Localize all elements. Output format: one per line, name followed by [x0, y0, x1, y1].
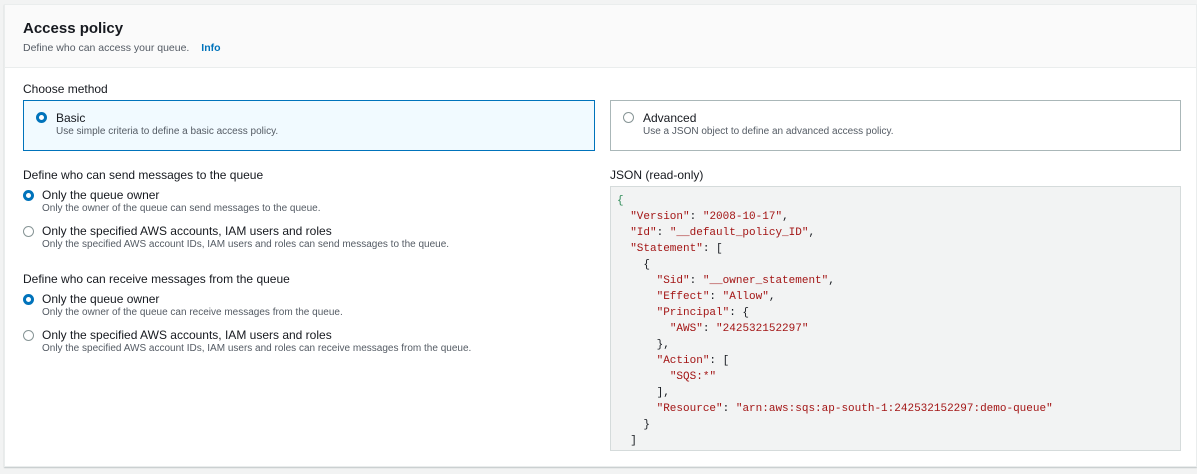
receive-owner-label: Only the queue owner — [42, 292, 160, 306]
receive-owner-description: Only the owner of the queue can receive … — [42, 307, 343, 318]
advanced-description: Use a JSON object to define an advanced … — [643, 126, 894, 137]
receive-specified-radio[interactable] — [23, 330, 34, 341]
receive-specified-description: Only the specified AWS account IDs, IAM … — [42, 343, 472, 354]
panel-title: Access policy — [23, 20, 124, 37]
json-version: 2008-10-17 — [709, 211, 776, 223]
basic-radio[interactable] — [36, 112, 47, 123]
basic-label: Basic — [56, 111, 86, 125]
send-specified-description: Only the specified AWS account IDs, IAM … — [42, 239, 450, 250]
send-owner-label: Only the queue owner — [42, 188, 160, 202]
basic-description: Use simple criteria to define a basic ac… — [56, 126, 279, 137]
json-effect: Allow — [729, 291, 763, 303]
send-specified-label: Only the specified AWS accounts, IAM use… — [42, 224, 332, 238]
receive-owner-radio[interactable] — [23, 294, 34, 305]
json-policy-viewer[interactable]: { "Version": "2008-10-17", "Id": "__defa… — [610, 186, 1181, 451]
panel-header: Access policy Define who can access your… — [5, 5, 1196, 68]
json-label: JSON (read-only) — [610, 168, 704, 182]
json-resource: arn:aws:sqs:ap-south-1:242532152297:demo… — [742, 403, 1047, 415]
json-action: SQS:* — [676, 371, 710, 383]
send-group-label: Define who can send messages to the queu… — [23, 168, 264, 182]
info-link[interactable]: Info — [201, 42, 220, 54]
send-owner-radio[interactable] — [23, 190, 34, 201]
json-sid: __owner_statement — [709, 275, 822, 287]
receive-group-label: Define who can receive messages from the… — [23, 272, 290, 286]
panel-subtitle: Define who can access your queue. Info — [23, 42, 1196, 54]
advanced-radio[interactable] — [623, 112, 634, 123]
send-specified-radio[interactable] — [23, 226, 34, 237]
json-aws-principal: 242532152297 — [722, 323, 802, 335]
method-tile-basic[interactable]: Basic Use simple criteria to define a ba… — [23, 100, 595, 151]
subtitle-text: Define who can access your queue. — [23, 42, 190, 54]
json-id: __default_policy_ID — [676, 227, 802, 239]
access-policy-panel: Access policy Define who can access your… — [4, 4, 1197, 467]
method-tile-advanced[interactable]: Advanced Use a JSON object to define an … — [610, 100, 1181, 151]
advanced-label: Advanced — [643, 111, 697, 125]
send-owner-description: Only the owner of the queue can send mes… — [42, 203, 321, 214]
choose-method-label: Choose method — [23, 82, 108, 96]
receive-specified-label: Only the specified AWS accounts, IAM use… — [42, 328, 332, 342]
json-code: { "Version": "2008-10-17", "Id": "__defa… — [617, 195, 1053, 447]
